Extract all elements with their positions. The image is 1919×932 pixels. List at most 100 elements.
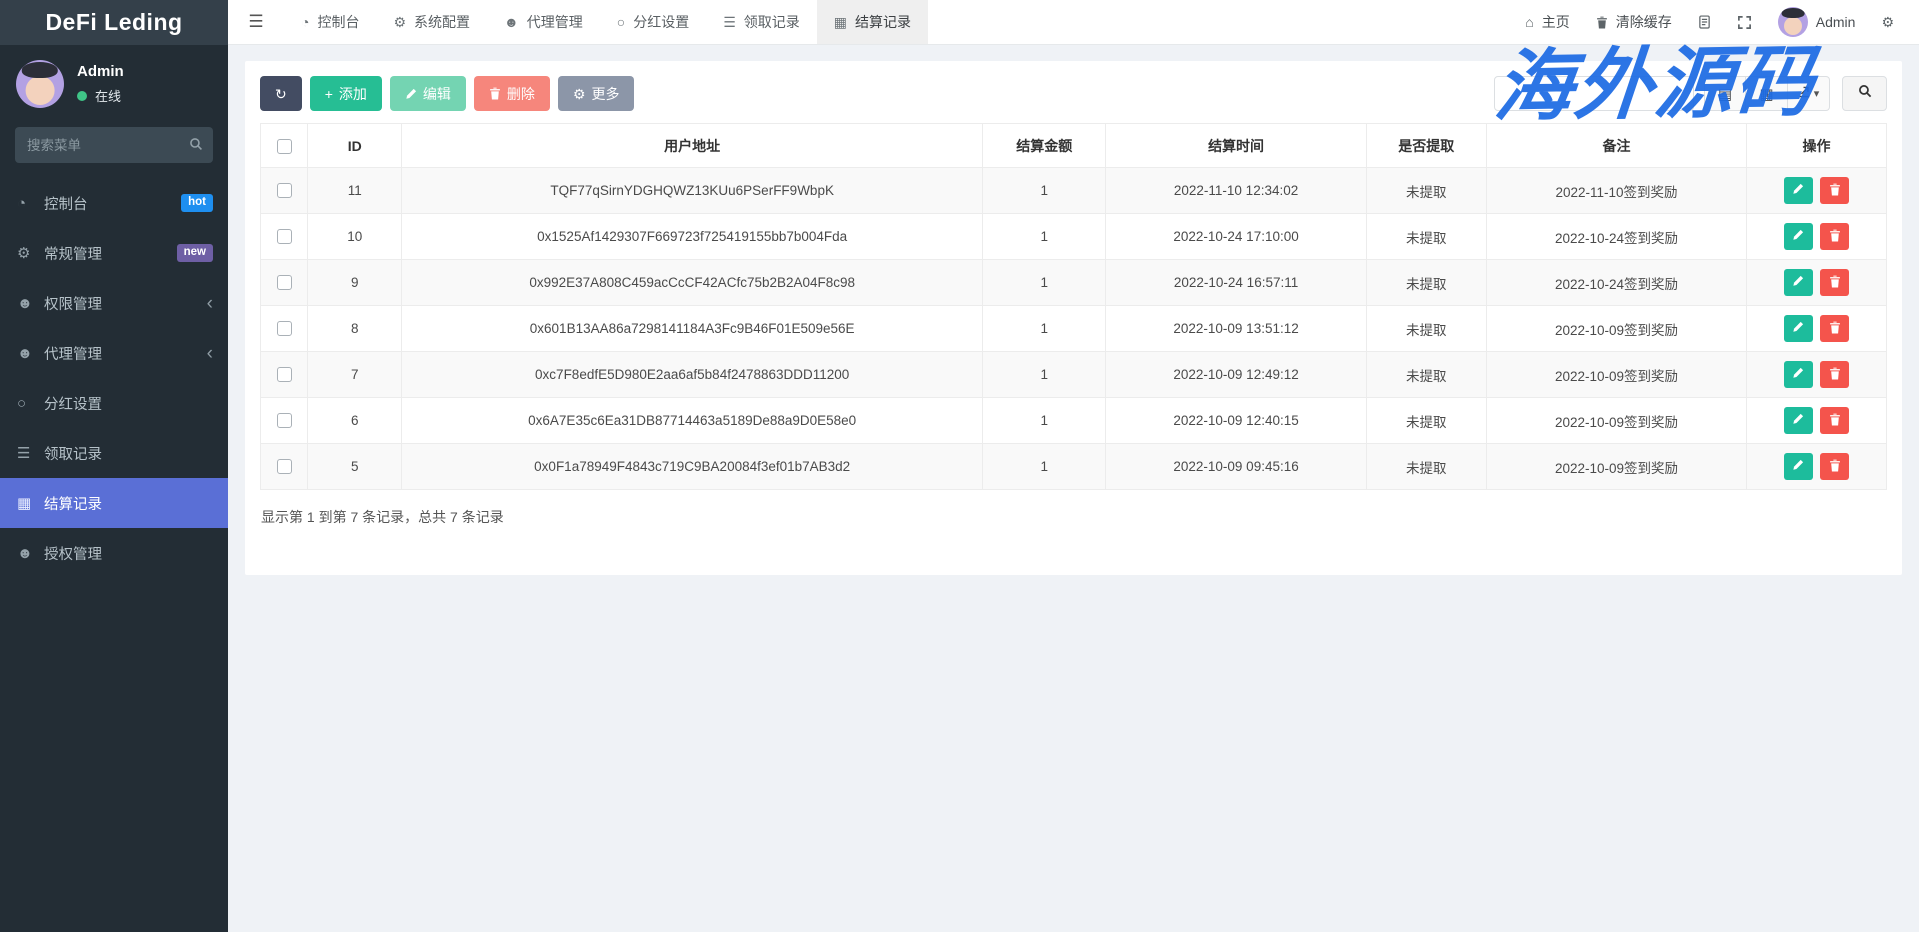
- sidebar-item-claim-records[interactable]: ☰ 领取记录: [0, 428, 228, 478]
- cell-address: 0x1525Af1429307F669723f725419155bb7b004F…: [402, 214, 982, 260]
- cell-time: 2022-10-09 12:40:15: [1106, 398, 1366, 444]
- columns-button[interactable]: ▤: [1704, 76, 1746, 111]
- content: ↻ + 添加 编辑 删除 ⚙ 更多 ▤ ▦: [228, 45, 1919, 932]
- tab-agent-manage[interactable]: ☻ 代理管理: [487, 0, 600, 44]
- row-checkbox[interactable]: [277, 413, 292, 428]
- cell-note: 2022-10-09签到奖励: [1486, 352, 1746, 398]
- cell-id: 6: [308, 398, 402, 444]
- clear-cache-button[interactable]: 清除缓存: [1583, 0, 1685, 44]
- row-checkbox[interactable]: [277, 367, 292, 382]
- user-circle-icon: ☻: [17, 345, 44, 362]
- row-edit-button[interactable]: [1784, 453, 1813, 480]
- row-delete-button[interactable]: [1820, 177, 1849, 204]
- cell-withdrawn: 未提取: [1366, 398, 1486, 444]
- cell-amount: 1: [982, 306, 1106, 352]
- column-header: 是否提取: [1366, 124, 1486, 168]
- column-header: 结算时间: [1106, 124, 1366, 168]
- cell-time: 2022-10-09 13:51:12: [1106, 306, 1366, 352]
- row-edit-button[interactable]: [1784, 223, 1813, 250]
- sidebar-item-settlement-records[interactable]: ▦ 结算记录: [0, 478, 228, 528]
- plus-icon: +: [325, 87, 333, 101]
- table-icon: ▦: [17, 494, 44, 512]
- cell-actions: [1747, 444, 1887, 490]
- trash-icon: [489, 87, 501, 100]
- row-delete-button[interactable]: [1820, 407, 1849, 434]
- table-row: 10 0x1525Af1429307F669723f725419155bb7b0…: [261, 214, 1887, 260]
- row-edit-button[interactable]: [1784, 315, 1813, 342]
- cell-amount: 1: [982, 214, 1106, 260]
- cell-checkbox: [261, 214, 308, 260]
- row-edit-button[interactable]: [1784, 177, 1813, 204]
- row-checkbox[interactable]: [277, 321, 292, 336]
- cell-id: 9: [308, 260, 402, 306]
- home-button[interactable]: ⌂ 主页: [1512, 0, 1582, 44]
- export-button[interactable]: ▾: [1788, 76, 1830, 111]
- row-delete-button[interactable]: [1820, 361, 1849, 388]
- fullscreen-button[interactable]: [1724, 0, 1765, 44]
- navbar-right: ⌂ 主页 清除缓存 Admin ⚙: [1512, 0, 1919, 44]
- row-edit-button[interactable]: [1784, 361, 1813, 388]
- docs-button[interactable]: [1685, 0, 1724, 44]
- trash-icon: [1829, 459, 1841, 475]
- avatar: [1778, 7, 1808, 37]
- pencil-icon: [405, 88, 417, 100]
- tab-claim-records[interactable]: ☰ 领取记录: [706, 0, 817, 44]
- sidebar-item-dividend-settings[interactable]: ○ 分红设置: [0, 378, 228, 428]
- cell-address: 0x601B13AA86a7298141184A3Fc9B46F01E509e5…: [402, 306, 982, 352]
- row-checkbox[interactable]: [277, 459, 292, 474]
- cell-time: 2022-10-09 09:45:16: [1106, 444, 1366, 490]
- cell-amount: 1: [982, 168, 1106, 214]
- button-label: 更多: [591, 84, 619, 104]
- tab-system-config[interactable]: ⚙ 系统配置: [376, 0, 487, 44]
- app-logo: DeFi Leding: [0, 0, 228, 45]
- cell-actions: [1747, 260, 1887, 306]
- menu-icon[interactable]: ☰: [228, 0, 284, 44]
- cell-amount: 1: [982, 260, 1106, 306]
- menu-search-input[interactable]: [15, 127, 213, 163]
- search-button[interactable]: [1842, 76, 1887, 111]
- row-edit-button[interactable]: [1784, 407, 1813, 434]
- sidebar-item-label: 领取记录: [44, 443, 213, 464]
- tab-dashboard[interactable]: ◔ 控制台: [284, 0, 376, 44]
- settings-button[interactable]: ⚙: [1868, 0, 1907, 44]
- sidebar-item-general-manage[interactable]: ⚙ 常规管理 new: [0, 228, 228, 278]
- table-toolbar: ↻ + 添加 编辑 删除 ⚙ 更多 ▤ ▦: [245, 61, 1902, 123]
- toolbar-right: ▤ ▦ ▾: [1494, 76, 1887, 111]
- cell-withdrawn: 未提取: [1366, 168, 1486, 214]
- tab-label: 代理管理: [527, 12, 583, 32]
- table-row: 5 0x0F1a78949F4843c719C9BA20084f3ef01b7A…: [261, 444, 1887, 490]
- toggle-view-button[interactable]: ▦: [1746, 76, 1788, 111]
- sidebar-item-agent-manage[interactable]: ☻ 代理管理 ‹: [0, 328, 228, 378]
- table-row: 6 0x6A7E35c6Ea31DB87714463a5189De88a9D0E…: [261, 398, 1887, 444]
- refresh-button[interactable]: ↻: [260, 76, 302, 111]
- row-delete-button[interactable]: [1820, 315, 1849, 342]
- delete-button[interactable]: 删除: [474, 76, 550, 111]
- cell-address: TQF77qSirnYDGHQWZ13KUu6PSerFF9WbpK: [402, 168, 982, 214]
- sidebar-item-authorization[interactable]: ☻ 授权管理: [0, 528, 228, 578]
- clear-cache-label: 清除缓存: [1616, 12, 1672, 32]
- pencil-icon: [1792, 229, 1804, 244]
- tab-dividend-settings[interactable]: ○ 分红设置: [600, 0, 706, 44]
- row-checkbox[interactable]: [277, 229, 292, 244]
- table-search-input[interactable]: [1494, 76, 1694, 111]
- more-button[interactable]: ⚙ 更多: [558, 76, 635, 111]
- row-checkbox[interactable]: [277, 183, 292, 198]
- sidebar-item-permission-manage[interactable]: ☻ 权限管理 ‹: [0, 278, 228, 328]
- row-delete-button[interactable]: [1820, 453, 1849, 480]
- search-icon: [189, 137, 203, 151]
- row-delete-button[interactable]: [1820, 269, 1849, 296]
- select-all-checkbox[interactable]: [277, 139, 292, 154]
- table-icon: ▦: [834, 14, 847, 31]
- pencil-icon: [1792, 413, 1804, 428]
- tab-settlement-records[interactable]: ▦ 结算记录: [817, 0, 928, 44]
- add-button[interactable]: + 添加: [310, 76, 382, 111]
- cell-withdrawn: 未提取: [1366, 306, 1486, 352]
- sidebar-item-dashboard[interactable]: ◔ 控制台 hot: [0, 178, 228, 228]
- row-delete-button[interactable]: [1820, 223, 1849, 250]
- row-checkbox[interactable]: [277, 275, 292, 290]
- list-icon: ▤: [1718, 85, 1732, 103]
- cell-note: 2022-10-09签到奖励: [1486, 306, 1746, 352]
- user-menu[interactable]: Admin: [1765, 0, 1869, 44]
- row-edit-button[interactable]: [1784, 269, 1813, 296]
- edit-button[interactable]: 编辑: [390, 76, 466, 111]
